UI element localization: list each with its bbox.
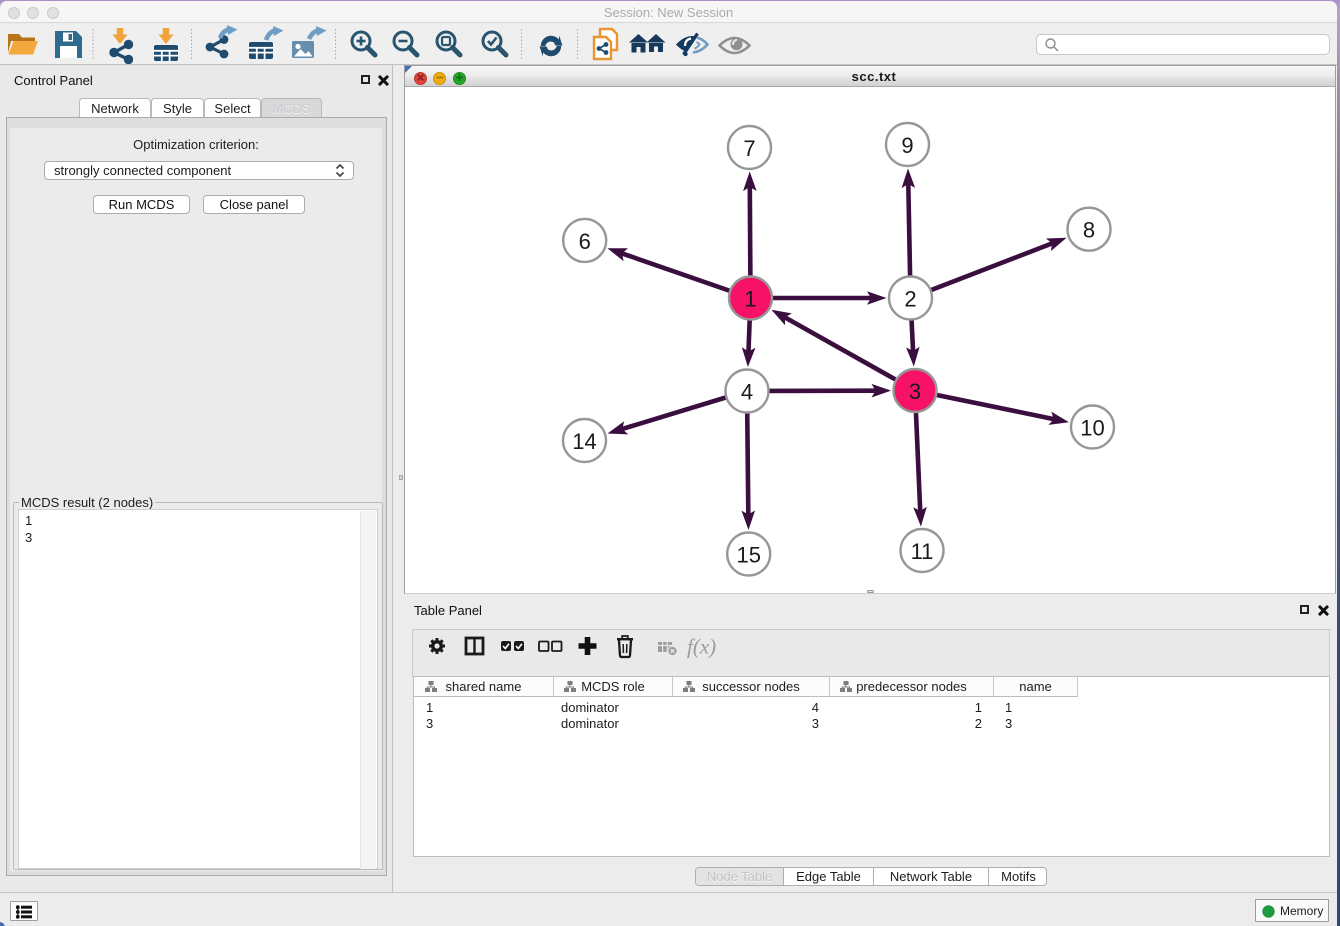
svg-text:8: 8 <box>1083 218 1095 243</box>
svg-text:11: 11 <box>911 539 934 564</box>
svg-text:3: 3 <box>909 379 921 404</box>
svg-text:f(x): f(x) <box>687 635 716 659</box>
svg-text:4: 4 <box>741 380 753 405</box>
svg-text:10: 10 <box>1080 416 1104 441</box>
svg-text:1: 1 <box>744 287 756 312</box>
svg-text:6: 6 <box>579 229 591 254</box>
svg-text:15: 15 <box>736 543 760 568</box>
svg-text:14: 14 <box>572 429 596 454</box>
svg-text:9: 9 <box>901 133 913 158</box>
svg-text:2: 2 <box>904 287 916 312</box>
svg-text:7: 7 <box>743 136 755 161</box>
